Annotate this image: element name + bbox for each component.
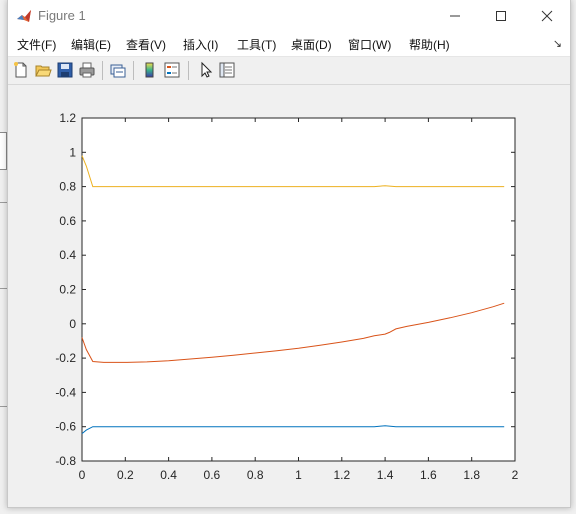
y-tick-label: -0.2 bbox=[55, 351, 76, 365]
background-window-fragment bbox=[0, 132, 7, 170]
menu-insert[interactable]: 插入(I) bbox=[183, 36, 218, 53]
y-tick-label: 1.2 bbox=[59, 111, 76, 125]
menu-edit[interactable]: 编辑(E) bbox=[71, 36, 111, 53]
colorbar-icon[interactable] bbox=[141, 61, 159, 79]
menu-bar: 文件(F) 编辑(E) 查看(V) 插入(I) 工具(T) 桌面(D) 窗口(W… bbox=[8, 32, 570, 57]
open-file-icon[interactable] bbox=[34, 61, 52, 79]
y-tick-label: 0.6 bbox=[59, 214, 76, 228]
menu-desktop[interactable]: 桌面(D) bbox=[291, 36, 332, 53]
title-bar[interactable]: Figure 1 bbox=[8, 0, 570, 32]
y-tick-label: 0 bbox=[69, 317, 76, 331]
save-icon[interactable] bbox=[56, 61, 74, 79]
y-tick-label: 1 bbox=[69, 145, 76, 159]
line-plot[interactable]: 0 0.2 0.4 0.6 0.8 1 1.2 1.4 1.6 1.8 2 -0.8 -0.6 -0.4 -… bbox=[8, 85, 570, 507]
dock-arrow-icon[interactable]: ↘ bbox=[553, 37, 562, 50]
figure-window: Figure 1 文件(F) 编辑(E) 查看(V) 插入(I) 工具(T) 桌… bbox=[7, 0, 571, 508]
matlab-logo-icon bbox=[16, 8, 32, 24]
x-tick-label: 1.6 bbox=[420, 468, 437, 482]
menu-window[interactable]: 窗口(W) bbox=[348, 36, 391, 53]
x-tick-label: 0.4 bbox=[160, 468, 177, 482]
y-tick-label: -0.6 bbox=[55, 420, 76, 434]
new-figure-icon[interactable] bbox=[12, 61, 30, 79]
maximize-button[interactable] bbox=[478, 0, 524, 32]
toolbar-separator bbox=[102, 61, 103, 80]
menu-help[interactable]: 帮助(H) bbox=[409, 36, 450, 53]
x-tick-label: 0.2 bbox=[117, 468, 134, 482]
y-tick-label: -0.8 bbox=[55, 454, 76, 468]
x-tick-label: 0.8 bbox=[247, 468, 264, 482]
x-tick-label: 0 bbox=[79, 468, 86, 482]
x-tick-label: 2 bbox=[512, 468, 519, 482]
x-tick-label: 1 bbox=[295, 468, 302, 482]
figure-toolbar bbox=[8, 57, 570, 85]
y-tick-label: 0.8 bbox=[59, 180, 76, 194]
maximize-icon bbox=[496, 11, 506, 21]
menu-file[interactable]: 文件(F) bbox=[17, 36, 56, 53]
toolbar-separator bbox=[188, 61, 189, 80]
legend-icon[interactable] bbox=[163, 61, 181, 79]
property-inspector-icon[interactable] bbox=[218, 61, 236, 79]
y-tick-label: 0.4 bbox=[59, 248, 76, 262]
x-tick-label: 0.6 bbox=[204, 468, 221, 482]
toolbar-separator bbox=[133, 61, 134, 80]
close-button[interactable] bbox=[524, 0, 570, 32]
minimize-button[interactable] bbox=[432, 0, 478, 32]
link-plot-icon[interactable] bbox=[109, 61, 127, 79]
minimize-icon bbox=[450, 15, 460, 17]
window-title: Figure 1 bbox=[38, 8, 86, 23]
print-icon[interactable] bbox=[78, 61, 96, 79]
figure-canvas[interactable]: 0 0.2 0.4 0.6 0.8 1 1.2 1.4 1.6 1.8 2 -0.8 -0.6 -0.4 -… bbox=[8, 85, 570, 507]
x-tick-label: 1.4 bbox=[377, 468, 394, 482]
menu-tools[interactable]: 工具(T) bbox=[237, 36, 276, 53]
y-tick-label: -0.4 bbox=[55, 385, 76, 399]
y-tick-label: 0.2 bbox=[59, 283, 76, 297]
axes-box bbox=[81, 117, 516, 462]
menu-view[interactable]: 查看(V) bbox=[126, 36, 166, 53]
close-icon bbox=[541, 10, 553, 22]
x-tick-label: 1.2 bbox=[333, 468, 350, 482]
edit-plot-arrow-icon[interactable] bbox=[197, 61, 215, 79]
x-tick-label: 1.8 bbox=[463, 468, 480, 482]
